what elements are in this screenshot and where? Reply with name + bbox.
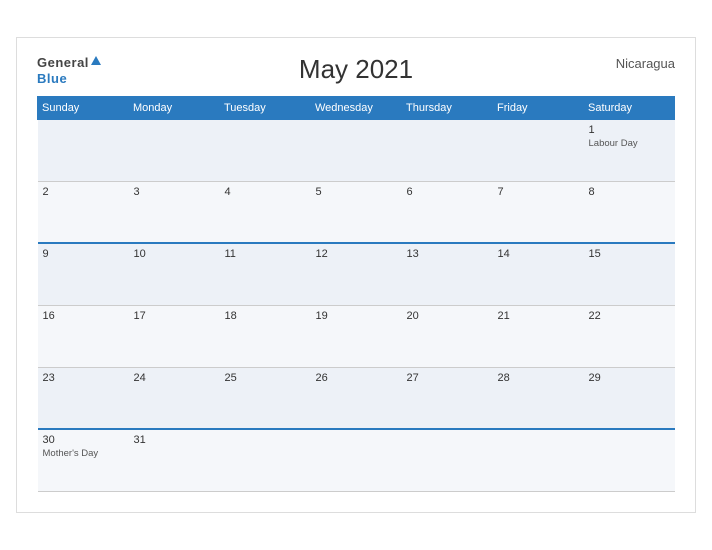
day-number: 9: [43, 248, 124, 260]
day-number: 30: [43, 434, 124, 446]
day-number: 21: [498, 310, 579, 322]
day-number: 5: [316, 186, 397, 198]
holiday-label: Mother's Day: [43, 448, 124, 459]
calendar-cell: 6: [402, 181, 493, 243]
calendar-container: General Blue May 2021 Nicaragua SundayMo…: [16, 37, 696, 513]
day-number: 28: [498, 372, 579, 384]
logo-blue-text: Blue: [37, 72, 101, 86]
calendar-cell: 4: [220, 181, 311, 243]
weekday-header-thursday: Thursday: [402, 96, 493, 119]
weekday-header-friday: Friday: [493, 96, 584, 119]
week-row-5: 23 24 25 26 27 28 29: [38, 367, 675, 429]
weekday-header-sunday: Sunday: [38, 96, 129, 119]
calendar-cell: [584, 429, 675, 491]
day-number: 14: [498, 248, 579, 260]
day-number: 22: [589, 310, 670, 322]
calendar-cell: [402, 429, 493, 491]
day-number: 29: [589, 372, 670, 384]
day-number: 2: [43, 186, 124, 198]
weekday-header-tuesday: Tuesday: [220, 96, 311, 119]
week-row-6: 30 Mother's Day 31: [38, 429, 675, 491]
weekday-header-wednesday: Wednesday: [311, 96, 402, 119]
calendar-cell: 31: [129, 429, 220, 491]
day-number: 24: [134, 372, 215, 384]
day-number: 16: [43, 310, 124, 322]
day-number: 27: [407, 372, 488, 384]
week-row-3: 9 10 11 12 13 14 15: [38, 243, 675, 305]
calendar-cell: 22: [584, 305, 675, 367]
day-number: 19: [316, 310, 397, 322]
calendar-title: May 2021: [299, 54, 413, 85]
calendar-cell: 13: [402, 243, 493, 305]
country-label: Nicaragua: [616, 56, 675, 71]
calendar-table: SundayMondayTuesdayWednesdayThursdayFrid…: [37, 96, 675, 492]
calendar-cell: 11: [220, 243, 311, 305]
day-number: 10: [134, 248, 215, 260]
day-number: 12: [316, 248, 397, 260]
calendar-cell: 19: [311, 305, 402, 367]
logo: General Blue: [37, 54, 101, 86]
day-number: 8: [589, 186, 670, 198]
calendar-cell: 5: [311, 181, 402, 243]
day-number: 26: [316, 372, 397, 384]
day-number: 20: [407, 310, 488, 322]
calendar-cell: 8: [584, 181, 675, 243]
calendar-cell: 9: [38, 243, 129, 305]
day-number: 18: [225, 310, 306, 322]
week-row-1: 1 Labour Day: [38, 119, 675, 181]
calendar-cell: 20: [402, 305, 493, 367]
calendar-cell: 12: [311, 243, 402, 305]
day-number: 7: [498, 186, 579, 198]
day-number: 6: [407, 186, 488, 198]
calendar-cell: 23: [38, 367, 129, 429]
day-number: 4: [225, 186, 306, 198]
day-number: 23: [43, 372, 124, 384]
weekday-header-saturday: Saturday: [584, 96, 675, 119]
holiday-label: Labour Day: [589, 138, 670, 149]
calendar-cell: 26: [311, 367, 402, 429]
calendar-cell: 30 Mother's Day: [38, 429, 129, 491]
calendar-cell: 17: [129, 305, 220, 367]
calendar-cell: [38, 119, 129, 181]
logo-general-text: General: [37, 54, 101, 72]
calendar-cell: 15: [584, 243, 675, 305]
calendar-cell: [402, 119, 493, 181]
day-number: 3: [134, 186, 215, 198]
day-number: 31: [134, 434, 215, 446]
calendar-cell: 28: [493, 367, 584, 429]
day-number: 11: [225, 248, 306, 260]
calendar-cell: 25: [220, 367, 311, 429]
calendar-cell: [129, 119, 220, 181]
day-number: 15: [589, 248, 670, 260]
calendar-cell: [311, 119, 402, 181]
calendar-cell: 29: [584, 367, 675, 429]
calendar-cell: 2: [38, 181, 129, 243]
week-row-4: 16 17 18 19 20 21 22: [38, 305, 675, 367]
calendar-cell: [311, 429, 402, 491]
calendar-cell: 18: [220, 305, 311, 367]
week-row-2: 2345678: [38, 181, 675, 243]
weekday-header-row: SundayMondayTuesdayWednesdayThursdayFrid…: [38, 96, 675, 119]
calendar-header: General Blue May 2021 Nicaragua: [37, 54, 675, 86]
weekday-header-monday: Monday: [129, 96, 220, 119]
day-number: 13: [407, 248, 488, 260]
calendar-cell: 14: [493, 243, 584, 305]
calendar-cell: [493, 119, 584, 181]
calendar-cell: 7: [493, 181, 584, 243]
calendar-cell: 16: [38, 305, 129, 367]
day-number: 1: [589, 124, 670, 136]
calendar-cell: 3: [129, 181, 220, 243]
calendar-cell: 24: [129, 367, 220, 429]
calendar-cell: [220, 119, 311, 181]
calendar-cell: 10: [129, 243, 220, 305]
day-number: 25: [225, 372, 306, 384]
calendar-cell: [493, 429, 584, 491]
logo-triangle-icon: [91, 56, 101, 65]
calendar-cell: 1 Labour Day: [584, 119, 675, 181]
day-number: 17: [134, 310, 215, 322]
calendar-cell: 27: [402, 367, 493, 429]
calendar-cell: 21: [493, 305, 584, 367]
calendar-cell: [220, 429, 311, 491]
